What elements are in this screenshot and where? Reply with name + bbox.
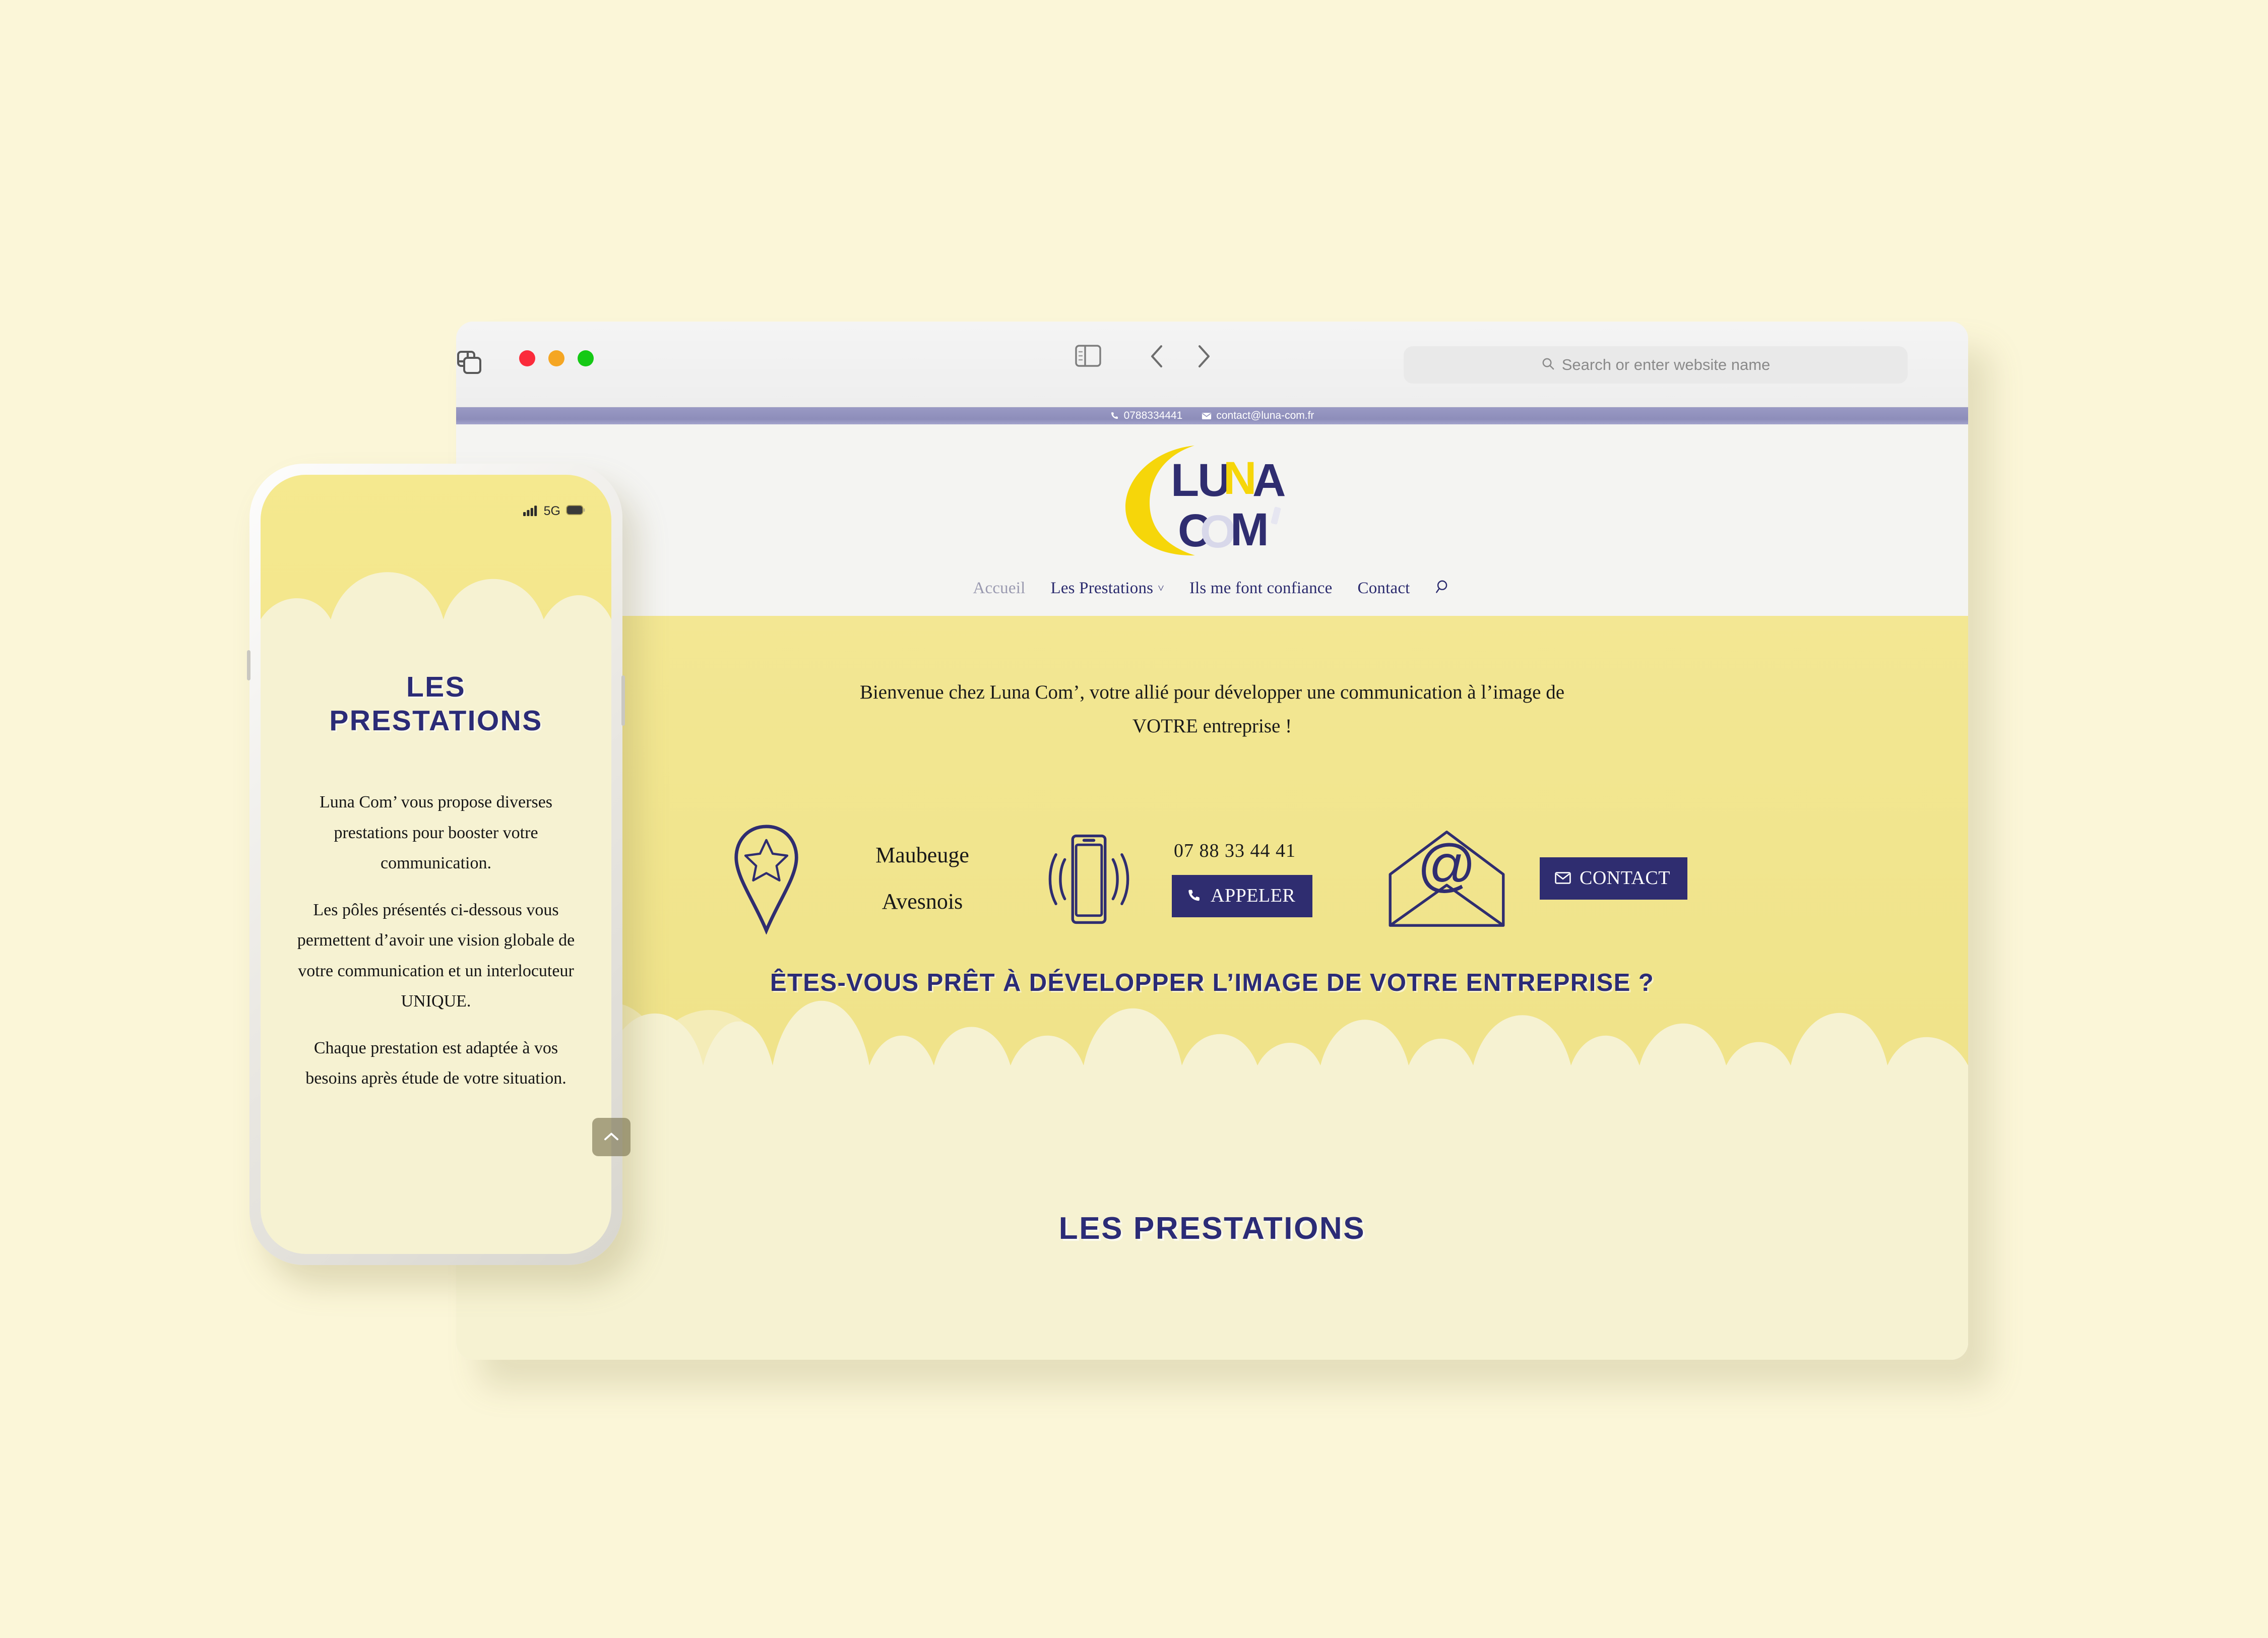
map-pin-star-icon — [693, 823, 839, 934]
phone-power-button[interactable] — [621, 675, 625, 726]
contact-button-label: CONTACT — [1580, 867, 1670, 889]
site-topbar: 0788334441 contact@luna-com.fr — [456, 407, 1968, 424]
chevron-right-icon[interactable] — [1192, 344, 1214, 369]
hero-call-block: 07 88 33 44 41 APPELER — [1172, 840, 1353, 917]
nav-item-les-prestations[interactable]: Les Prestations — [1050, 579, 1164, 598]
site-header: LU N A C O M Accueil Les Prestations Ils… — [456, 424, 1968, 616]
nav-item-contact[interactable]: Contact — [1357, 579, 1410, 598]
hero-question-heading: ÊTES-VOUS PRÊT À DÉVELOPPER L’IMAGE DE V… — [770, 969, 1655, 996]
tab-overview-icon[interactable] — [456, 350, 482, 375]
hero-contact-row: Maubeuge Avesnois 07 88 33 44 41 APPELER… — [456, 823, 1968, 934]
chevron-up-icon — [603, 1131, 620, 1144]
phone-cloud-decoration — [261, 572, 611, 662]
hero-intro-text: Bienvenue chez Luna Com’, votre allié po… — [824, 675, 1600, 743]
phone-title-line-2: PRESTATIONS — [329, 705, 543, 737]
sidebar-icon[interactable] — [1075, 345, 1101, 367]
hero-section: Bienvenue chez Luna Com’, votre allié po… — [456, 616, 1968, 1130]
phone-icon — [1110, 411, 1119, 420]
topbar-email[interactable]: contact@luna-com.fr — [1202, 410, 1314, 422]
phone-icon — [1187, 888, 1202, 903]
hero-city-text: Maubeuge Avesnois — [839, 832, 1005, 925]
city-line-1: Maubeuge — [875, 842, 969, 867]
close-button[interactable] — [519, 350, 535, 366]
phone-mockup: 5G LES PRESTATIONS Luna Com’ vous propos… — [247, 464, 625, 1265]
open-envelope-at-icon: @ — [1353, 827, 1540, 930]
nav-item-accueil[interactable]: Accueil — [973, 579, 1025, 598]
phone-paragraph-3: Chaque prestation est adaptée à vos beso… — [305, 1038, 566, 1088]
main-navigation: Accueil Les Prestations Ils me font conf… — [973, 579, 1451, 598]
browser-window: Search or enter website name 0788334441 … — [456, 322, 1968, 1360]
site-viewport: 0788334441 contact@luna-com.fr LU N A C … — [456, 407, 1968, 1360]
browser-toolbar: Search or enter website name — [456, 322, 1968, 407]
nav-item-ils-me-font-confiance[interactable]: Ils me font confiance — [1189, 579, 1333, 598]
signal-bars-icon — [523, 505, 538, 519]
hero-intro-line-1: Bienvenue chez Luna Com’, votre allié po… — [859, 681, 1565, 703]
nav-search-icon[interactable] — [1435, 579, 1452, 598]
chevron-left-icon[interactable] — [1147, 344, 1169, 369]
address-placeholder: Search or enter website name — [1561, 356, 1771, 373]
svg-text:@: @ — [1417, 833, 1476, 898]
address-bar[interactable]: Search or enter website name — [1404, 346, 1908, 384]
window-controls — [519, 350, 594, 366]
svg-text:N: N — [1223, 453, 1255, 504]
appeler-button[interactable]: APPELER — [1172, 875, 1313, 917]
svg-text:O: O — [1200, 506, 1234, 557]
hero-phone-number[interactable]: 07 88 33 44 41 — [1172, 840, 1296, 862]
phone-page-title: LES PRESTATIONS — [261, 670, 611, 738]
topbar-email-text: contact@luna-com.fr — [1216, 410, 1314, 421]
scroll-to-top-button[interactable] — [592, 1118, 631, 1156]
topbar-phone-text: 0788334441 — [1123, 410, 1183, 421]
city-line-2: Avesnois — [881, 889, 963, 914]
luna-com-logo[interactable]: LU N A C O M — [1106, 436, 1318, 562]
topbar-phone[interactable]: 0788334441 — [1110, 410, 1183, 422]
envelope-icon — [1202, 412, 1212, 420]
prestations-title: LES PRESTATIONS — [1058, 1211, 1366, 1246]
cloud-decoration — [456, 1000, 1968, 1130]
search-icon — [1541, 357, 1555, 373]
svg-text:M: M — [1230, 504, 1266, 555]
battery-icon — [566, 505, 585, 518]
prestations-section: LES PRESTATIONS — [456, 1130, 1968, 1360]
maximize-button[interactable] — [578, 350, 594, 366]
phone-title-line-1: LES — [406, 671, 466, 703]
phone-paragraph-2: Les pôles présentés ci-dessous vous perm… — [297, 900, 575, 1011]
svg-text:LU: LU — [1171, 455, 1230, 506]
svg-text:A: A — [1252, 455, 1285, 506]
phone-status-bar: 5G — [523, 504, 585, 519]
ringing-phone-icon — [1005, 827, 1172, 930]
hero-intro-line-2: VOTRE entreprise ! — [1132, 715, 1292, 737]
minimize-button[interactable] — [548, 350, 564, 366]
phone-body-text: Luna Com’ vous propose diverses prestati… — [292, 787, 580, 1110]
phone-network-label: 5G — [543, 504, 560, 518]
hero-contact-button-wrap: CONTACT — [1540, 857, 1731, 900]
phone-screen: 5G LES PRESTATIONS Luna Com’ vous propos… — [261, 475, 611, 1254]
appeler-button-label: APPELER — [1211, 885, 1296, 906]
contact-button[interactable]: CONTACT — [1540, 857, 1687, 900]
phone-volume-button[interactable] — [247, 650, 250, 680]
phone-paragraph-1: Luna Com’ vous propose diverses prestati… — [319, 793, 553, 873]
envelope-icon — [1555, 872, 1571, 884]
